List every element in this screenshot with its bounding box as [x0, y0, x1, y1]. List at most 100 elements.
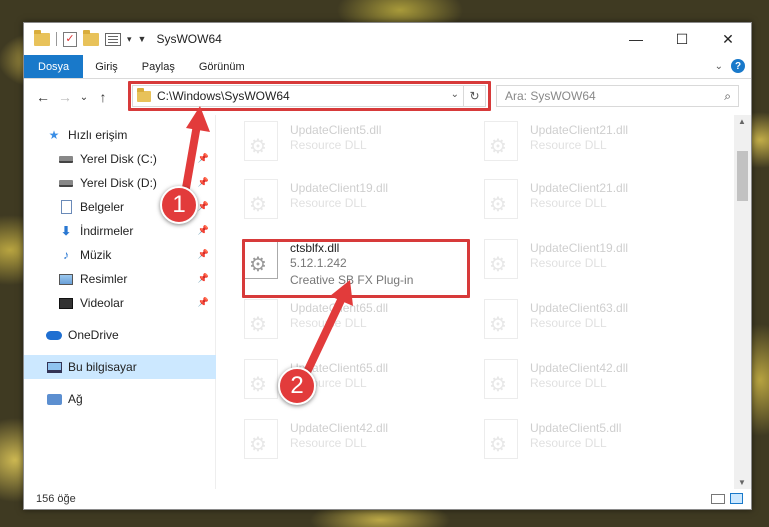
dll-file-icon	[484, 419, 518, 459]
sidebar-item-downloads[interactable]: ⬇ İndirmeler 📌	[24, 219, 215, 243]
file-item[interactable]: UpdateClient21.dllResource DLL	[484, 179, 710, 223]
file-item[interactable]: UpdateClient5.dllResource DLL	[484, 419, 710, 463]
sidebar-item-label: Yerel Disk (D:)	[80, 176, 157, 190]
address-bar[interactable]: C:\Windows\SysWOW64 ⌄ ↻	[132, 85, 486, 107]
file-description: Resource DLL	[290, 316, 367, 330]
file-item[interactable]: UpdateClient19.dllResource DLL	[484, 239, 710, 283]
network-icon	[46, 393, 62, 405]
properties-check-icon[interactable]: ✓	[63, 31, 77, 47]
search-input[interactable]: Ara: SysWOW64 ⌕	[496, 85, 739, 107]
sidebar-item-label: OneDrive	[68, 328, 119, 342]
tab-share[interactable]: Paylaş	[130, 55, 187, 78]
navigation-bar: ← → ⌄ ↑ C:\Windows\SysWOW64 ⌄ ↻ Ara: Sys…	[24, 79, 751, 115]
scroll-down-icon[interactable]: ▼	[738, 478, 746, 487]
file-item[interactable]: UpdateClient19.dllResource DLL	[244, 179, 470, 223]
file-item[interactable]: UpdateClient5.dllResource DLL	[244, 121, 470, 165]
address-path[interactable]: C:\Windows\SysWOW64	[157, 89, 290, 103]
new-folder-icon[interactable]	[83, 29, 99, 46]
file-name: UpdateClient65.dll	[290, 301, 389, 315]
file-item[interactable]: UpdateClient65.dllResource DLL	[244, 299, 470, 343]
file-list: UpdateClient5.dllResource DLL UpdateClie…	[216, 115, 751, 489]
file-description: Resource DLL	[290, 196, 367, 210]
sidebar-item-quick-access[interactable]: ★ Hızlı erişim	[24, 123, 215, 147]
file-description: Resource DLL	[290, 436, 367, 450]
close-button[interactable]: ✕	[705, 23, 751, 55]
sidebar-item-label: Yerel Disk (C:)	[80, 152, 157, 166]
sidebar-item-videos[interactable]: Videolar 📌	[24, 291, 215, 315]
navigation-pane: ★ Hızlı erişim Yerel Disk (C:) 📌 Yerel D…	[24, 115, 216, 489]
sidebar-item-onedrive[interactable]: OneDrive	[24, 323, 215, 347]
music-icon: ♪	[63, 248, 69, 262]
file-name: UpdateClient21.dll	[530, 181, 629, 195]
tab-home[interactable]: Giriş	[83, 55, 130, 78]
quick-access-toolbar: ✓ ▾ ▼	[24, 29, 147, 47]
file-name: UpdateClient42.dll	[530, 361, 629, 375]
pin-icon: 📌	[197, 297, 209, 307]
dll-file-icon	[244, 299, 278, 339]
dll-file-icon	[484, 239, 518, 279]
sidebar-item-label: İndirmeler	[80, 224, 134, 238]
file-item[interactable]: UpdateClient42.dllResource DLL	[244, 419, 470, 463]
file-name: UpdateClient5.dll	[530, 421, 622, 435]
file-description: Resource DLL	[530, 316, 607, 330]
refresh-button[interactable]: ↻	[463, 86, 485, 106]
sidebar-item-label: Müzik	[80, 248, 112, 262]
minimize-button[interactable]: —	[613, 23, 659, 55]
address-dropdown-icon[interactable]: ⌄	[451, 89, 459, 100]
scroll-up-icon[interactable]: ▲	[738, 117, 746, 126]
item-count: 156 öğe	[36, 493, 76, 505]
help-icon[interactable]: ?	[731, 59, 745, 73]
file-name: UpdateClient19.dll	[290, 181, 389, 195]
file-item-ctsblfx[interactable]: ctsblfx.dll 5.12.1.242 Creative SB FX Pl…	[244, 239, 470, 287]
dll-file-icon	[484, 299, 518, 339]
sidebar-item-music[interactable]: ♪ Müzik 📌	[24, 243, 215, 267]
pin-icon: 📌	[197, 201, 209, 211]
file-name: UpdateClient5.dll	[290, 123, 382, 137]
cloud-icon	[46, 330, 62, 340]
dll-file-icon	[244, 359, 278, 399]
file-version: 5.12.1.242	[290, 256, 347, 270]
chevron-down-icon[interactable]: ▾	[127, 34, 132, 45]
maximize-button[interactable]: ☐	[659, 23, 705, 55]
up-button[interactable]: ↑	[92, 89, 114, 105]
star-icon: ★	[48, 128, 60, 142]
file-item[interactable]: UpdateClient42.dllResource DLL	[484, 359, 710, 403]
sidebar-item-label: Hızlı erişim	[68, 128, 128, 142]
sidebar-item-label: Bu bilgisayar	[68, 360, 137, 374]
customize-toolbar-icon[interactable]: ▼	[138, 34, 147, 44]
title-bar: ✓ ▾ ▼ SysWOW64 — ☐ ✕	[24, 23, 751, 55]
back-button[interactable]: ←	[32, 89, 54, 105]
drive-icon	[59, 155, 73, 163]
file-description: Resource DLL	[530, 138, 607, 152]
file-item[interactable]: UpdateClient21.dllResource DLL	[484, 121, 710, 165]
tab-file[interactable]: Dosya	[24, 55, 84, 78]
file-item[interactable]: UpdateClient63.dllResource DLL	[484, 299, 710, 343]
document-icon	[60, 200, 72, 214]
dll-file-icon	[244, 121, 278, 161]
large-icons-view-icon[interactable]	[730, 493, 743, 504]
ribbon-tabs: Dosya Giriş Paylaş Görünüm ⌄ ?	[24, 55, 751, 79]
scrollbar-thumb[interactable]	[737, 151, 748, 201]
view-options-icon[interactable]	[105, 32, 121, 46]
sidebar-item-network[interactable]: Ağ	[24, 387, 215, 411]
sidebar-item-label: Resimler	[80, 272, 128, 286]
file-description: Resource DLL	[530, 436, 607, 450]
details-view-icon[interactable]	[711, 494, 725, 504]
sidebar-item-this-pc[interactable]: Bu bilgisayar	[24, 355, 216, 379]
expand-ribbon-icon[interactable]: ⌄	[715, 61, 723, 72]
sidebar-item-local-disk-c[interactable]: Yerel Disk (C:) 📌	[24, 147, 215, 171]
sidebar-item-pictures[interactable]: Resimler 📌	[24, 267, 215, 291]
file-name: ctsblfx.dll	[290, 241, 340, 255]
recent-locations-button[interactable]: ⌄	[76, 92, 92, 103]
forward-button[interactable]: →	[54, 89, 76, 105]
search-icon[interactable]: ⌕	[724, 89, 731, 104]
folder-icon	[137, 87, 151, 102]
file-description: Resource DLL	[530, 256, 607, 270]
file-name: UpdateClient19.dll	[530, 241, 629, 255]
drive-icon	[59, 179, 73, 187]
sidebar-item-label: Belgeler	[80, 200, 125, 214]
vertical-scrollbar[interactable]: ▲ ▼	[734, 115, 751, 489]
file-name: UpdateClient21.dll	[530, 123, 629, 137]
dll-file-icon	[484, 121, 518, 161]
tab-view[interactable]: Görünüm	[187, 55, 257, 78]
